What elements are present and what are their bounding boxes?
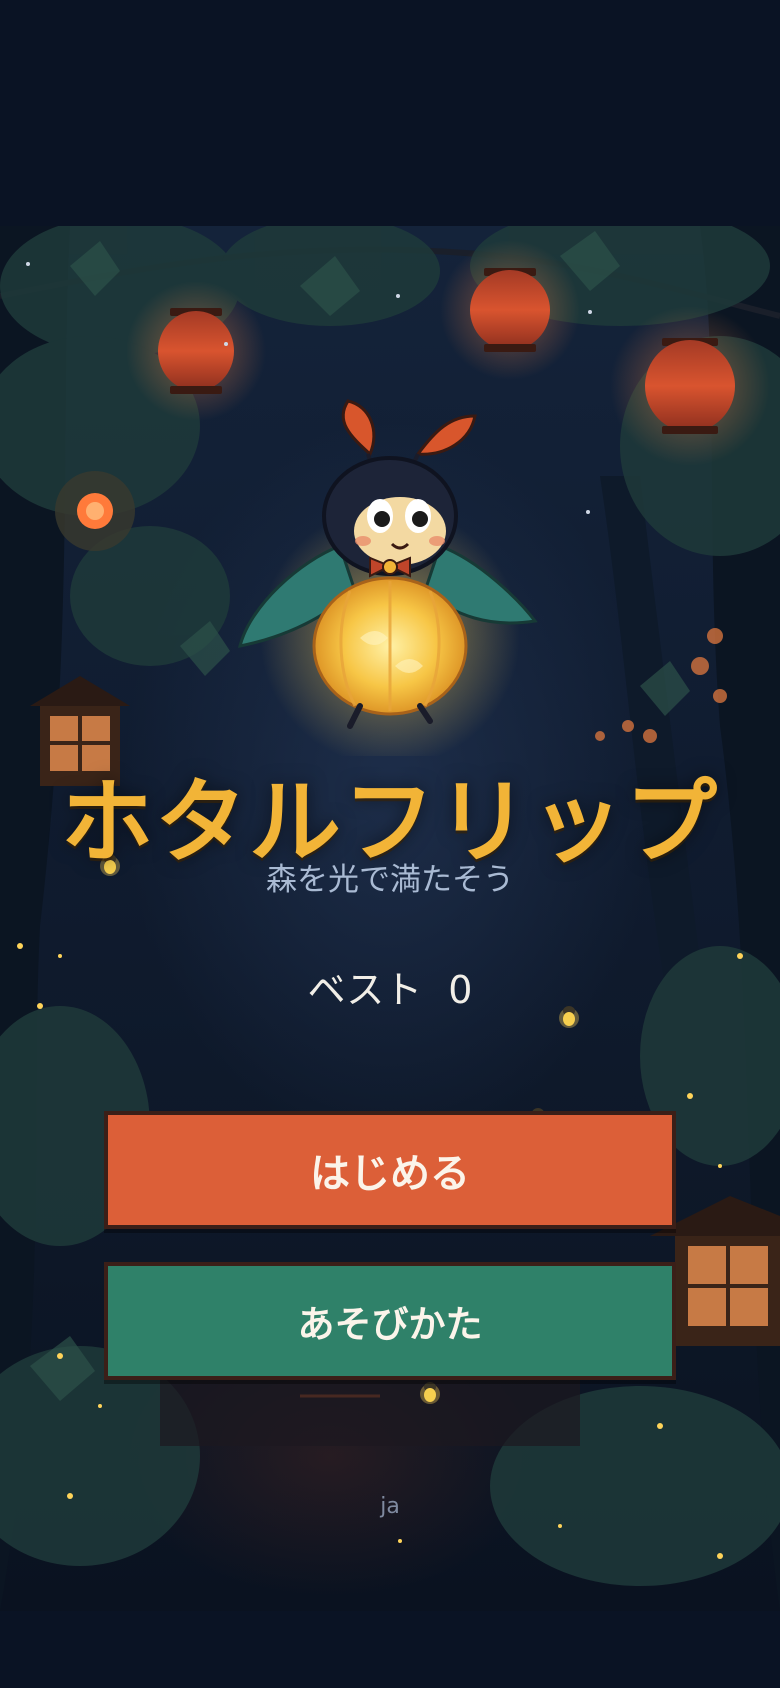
paper-lantern-icon: [610, 306, 770, 466]
how-to-play-button[interactable]: あそびかた: [104, 1262, 676, 1380]
language-indicator[interactable]: ja: [0, 1494, 780, 1519]
forest-scene: ホタルフリップ 森を光で満たそう ベスト 0 はじめる あそびかた ja: [0, 226, 780, 1611]
start-button[interactable]: はじめる: [104, 1111, 676, 1229]
how-to-play-button-label: あそびかた: [297, 1303, 483, 1346]
start-button-label: はじめる: [310, 1151, 470, 1197]
lamp-orb-icon: [55, 471, 135, 551]
best-score-label: ベスト: [307, 968, 423, 1012]
firefly-mascot: [237, 399, 538, 756]
game-subtitle: 森を光で満たそう: [266, 862, 514, 898]
paper-lantern-icon: [440, 240, 580, 380]
best-score: ベスト 0: [0, 959, 780, 1014]
firefly-icon: [420, 1382, 440, 1404]
best-score-value: 0: [448, 968, 473, 1012]
